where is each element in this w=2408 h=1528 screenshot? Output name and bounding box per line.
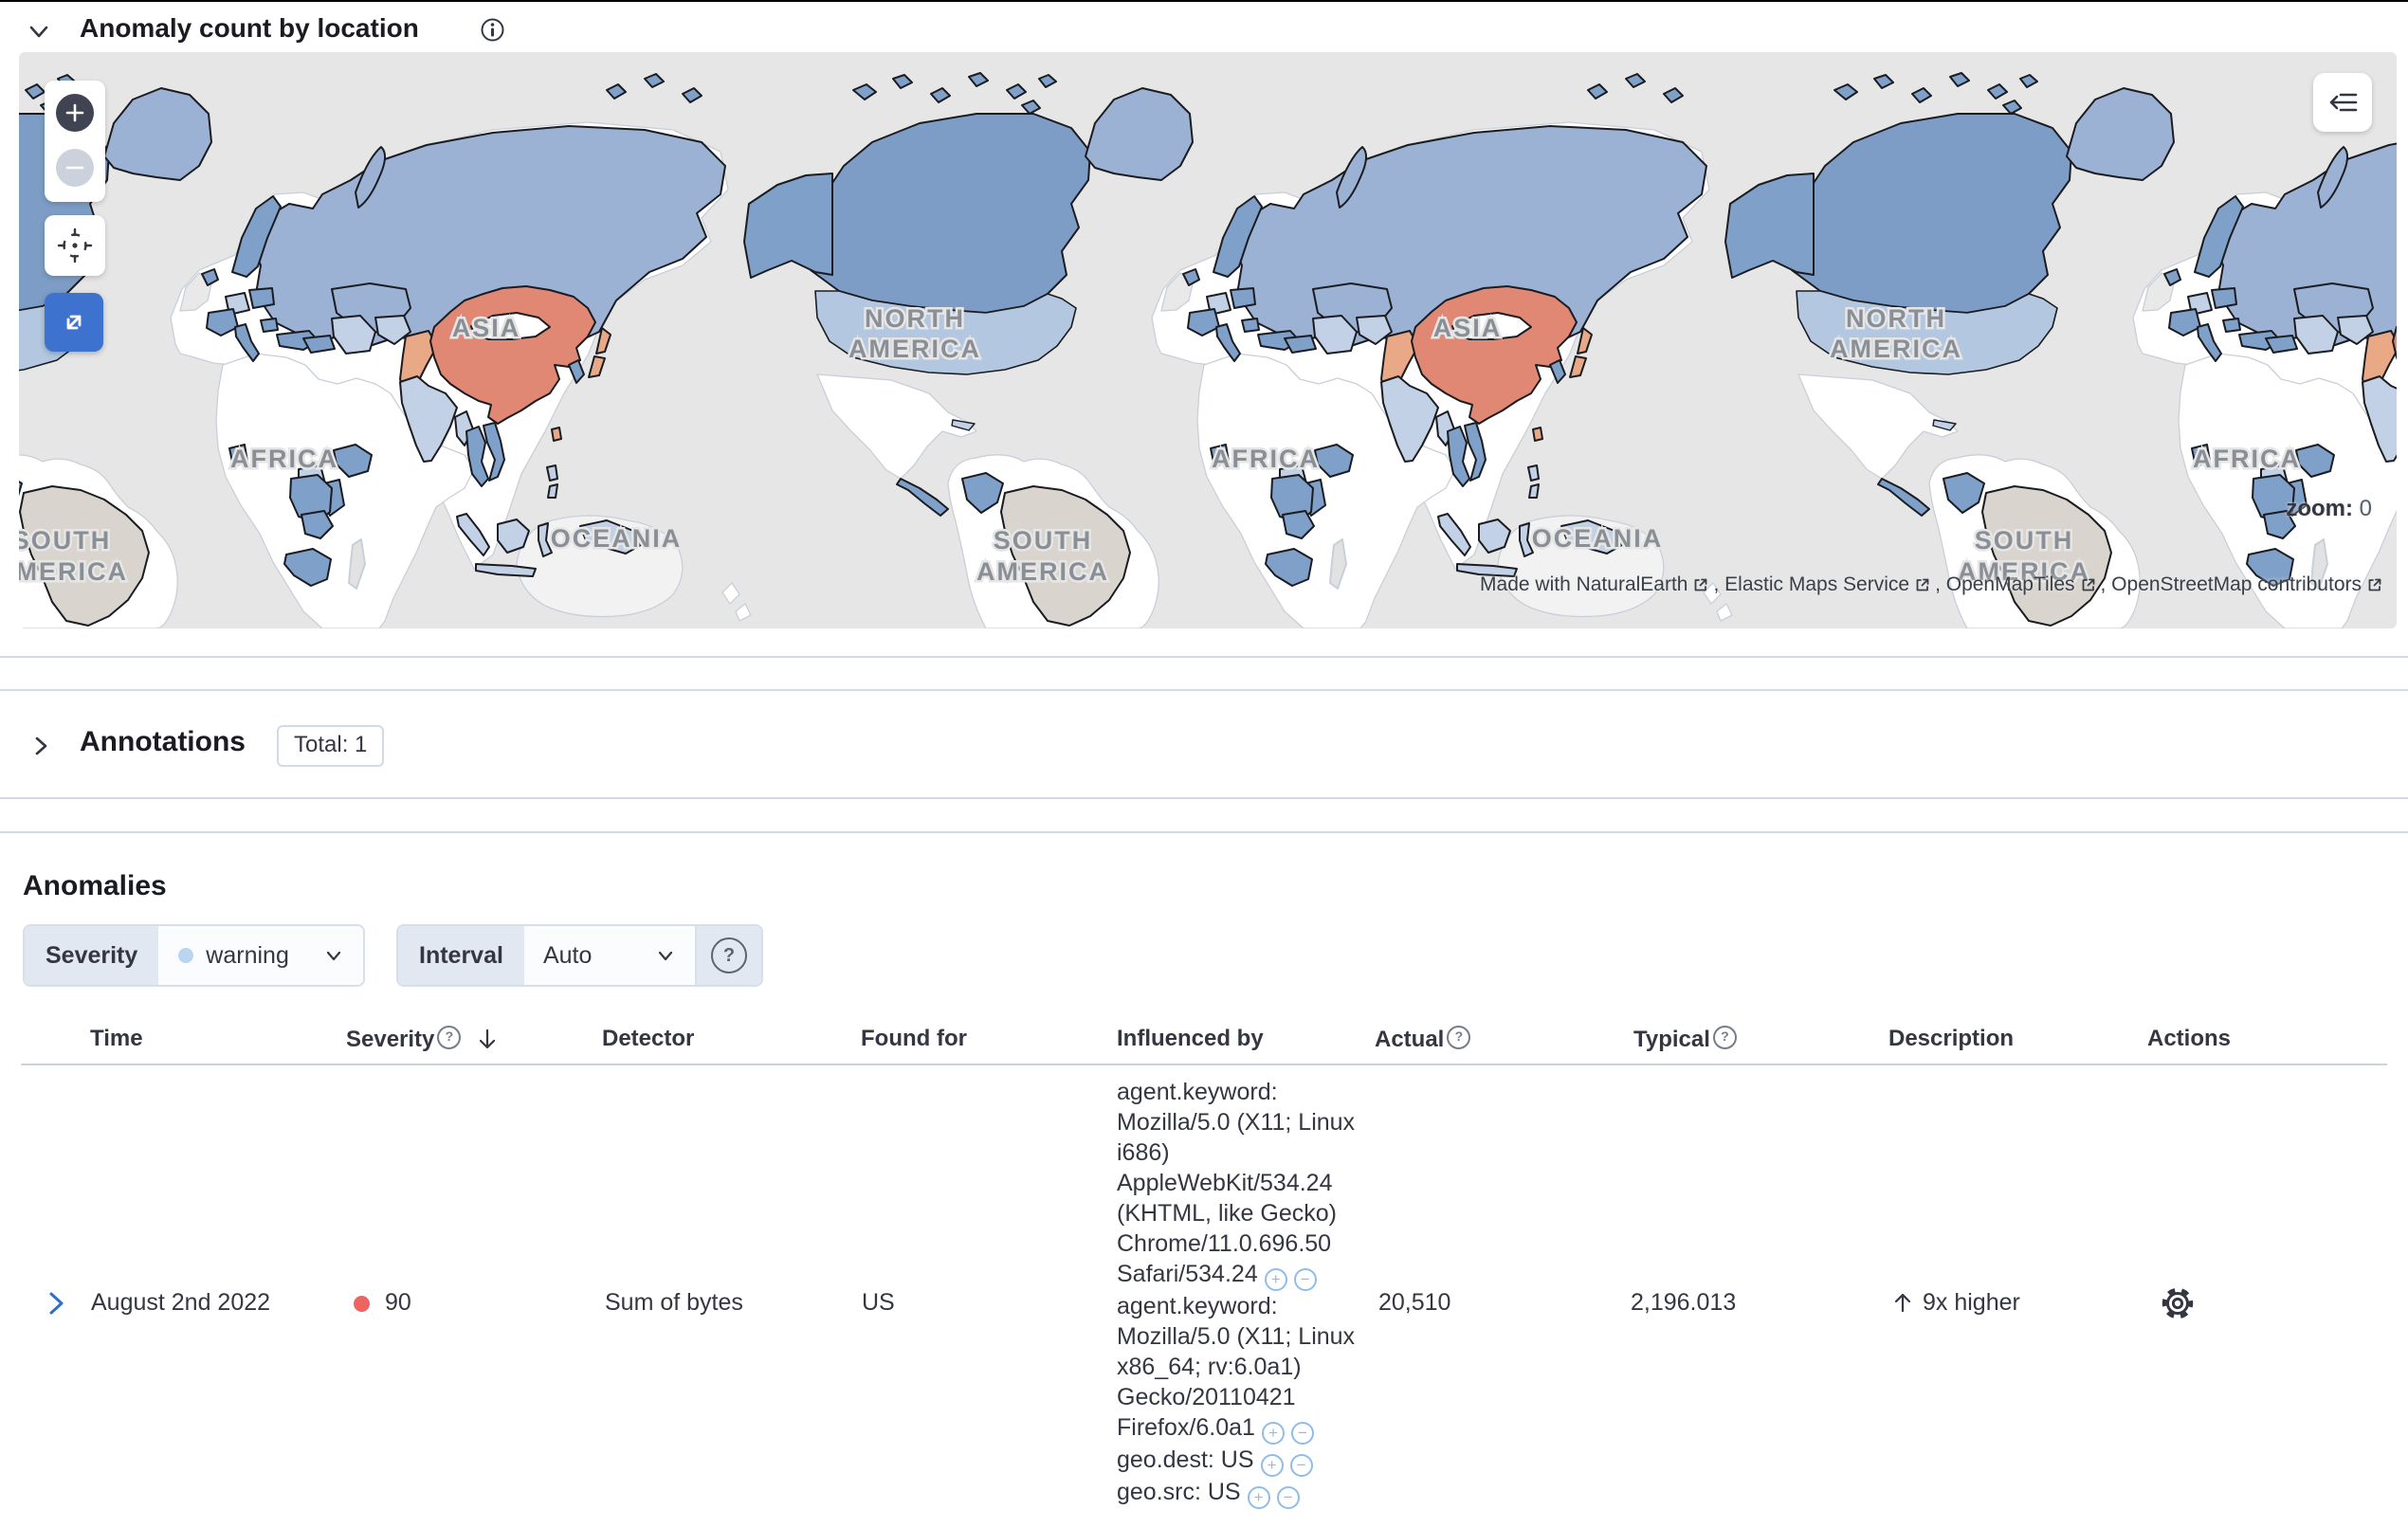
annotations-title: Annotations xyxy=(80,726,246,757)
row-actions-gear-button[interactable] xyxy=(2160,1285,2196,1326)
remove-filter-icon[interactable]: − xyxy=(1276,1486,1300,1509)
zoom-in-button[interactable] xyxy=(56,94,94,132)
influencer-item: geo.src: US + − xyxy=(1117,1477,1367,1509)
map-section-header: Anomaly count by location xyxy=(0,6,2408,45)
interval-filter-value: Auto xyxy=(542,941,593,969)
interval-help-button[interactable]: ? xyxy=(694,926,761,985)
cell-description: 9x higher xyxy=(1890,1289,2020,1317)
crosshair-icon xyxy=(57,227,93,264)
influencer-item: geo.dest: US + − xyxy=(1117,1445,1367,1477)
remove-filter-icon[interactable]: − xyxy=(1289,1454,1313,1477)
add-filter-icon[interactable]: + xyxy=(1264,1268,1287,1291)
cell-found-for: US xyxy=(862,1289,895,1316)
cell-detector: Sum of bytes xyxy=(605,1289,743,1316)
map-zoom-panel xyxy=(45,81,105,202)
external-link-icon xyxy=(2082,578,2094,591)
collapse-section-chevron-icon[interactable] xyxy=(25,17,53,50)
expand-map-button[interactable] xyxy=(45,293,103,352)
anomalies-title: Anomalies xyxy=(23,870,167,901)
divider xyxy=(0,656,2408,658)
column-header-actions: Actions xyxy=(2147,1026,2232,1051)
map-section-title: Anomaly count by location xyxy=(80,13,419,43)
annotations-expand-chevron-icon[interactable] xyxy=(27,732,55,765)
severity-filter: Severity warning xyxy=(23,924,366,987)
column-header-influenced-by[interactable]: Influenced by xyxy=(1117,1026,1264,1052)
zoom-label: zoom: xyxy=(2286,496,2353,521)
influencer-item: agent.keyword: Mozilla/5.0 (X11; Linux x… xyxy=(1117,1291,1367,1445)
remove-filter-icon[interactable]: − xyxy=(1290,1422,1314,1445)
menu-left-icon xyxy=(2329,93,2358,112)
add-filter-icon[interactable]: + xyxy=(1260,1454,1284,1477)
severity-dot xyxy=(353,1295,371,1316)
cell-actual: 20,510 xyxy=(1378,1289,1451,1316)
arrow-up-icon xyxy=(1894,1293,1911,1313)
attribution-link[interactable]: , OpenStreetMap contributors xyxy=(2101,573,2383,596)
anomaly-explorer-page: Anomaly count by location zoom: 0 Made w… xyxy=(0,0,2408,1528)
interval-filter: Interval Auto ? xyxy=(396,924,763,987)
external-link-icon xyxy=(1695,578,1707,591)
column-header-typical[interactable]: Typical? xyxy=(1633,1026,1737,1053)
help-icon: ? xyxy=(1447,1026,1471,1049)
chevron-down-icon xyxy=(327,951,341,961)
external-link-icon xyxy=(1916,578,1929,591)
cell-influenced-by: agent.keyword: Mozilla/5.0 (X11; Linux i… xyxy=(1117,1077,1367,1509)
remove-filter-icon[interactable]: − xyxy=(1293,1268,1317,1291)
sort-descending-icon xyxy=(479,1028,496,1049)
annotations-total-badge: Total: 1 xyxy=(277,725,385,767)
column-header-actual[interactable]: Actual? xyxy=(1375,1026,1471,1053)
world-map-layer: ASIA NORTH AMERICA AFRICA OCEANIA SOUTH … xyxy=(19,52,2397,628)
external-link-icon xyxy=(2368,578,2381,591)
add-filter-icon[interactable]: + xyxy=(1247,1486,1270,1509)
attribution-link[interactable]: Made with NaturalEarth xyxy=(1480,573,1709,596)
table-header-rule xyxy=(21,1064,2387,1065)
legend-toggle-button[interactable] xyxy=(2313,73,2372,132)
zoom-level-indicator: zoom: 0 xyxy=(2286,496,2372,522)
column-header-found-for[interactable]: Found for xyxy=(861,1026,967,1052)
cell-severity-score: 90 xyxy=(385,1289,411,1316)
column-header-description[interactable]: Description xyxy=(1888,1026,2014,1052)
column-header-time[interactable]: Time xyxy=(90,1026,143,1052)
attribution-link[interactable]: , Elastic Maps Service xyxy=(1713,573,1931,596)
help-icon: ? xyxy=(437,1026,462,1049)
interval-filter-label: Interval xyxy=(398,926,524,985)
zoom-out-button[interactable] xyxy=(56,149,94,187)
chevron-down-icon xyxy=(658,951,673,961)
column-header-severity[interactable]: Severity? xyxy=(346,1026,500,1053)
column-header-detector[interactable]: Detector xyxy=(602,1026,694,1052)
top-divider xyxy=(0,0,2408,2)
cell-time: August 2nd 2022 xyxy=(91,1289,271,1316)
add-filter-icon[interactable]: + xyxy=(1261,1422,1285,1445)
severity-filter-value: warning xyxy=(206,941,289,969)
divider xyxy=(0,797,2408,799)
help-icon: ? xyxy=(1712,1026,1737,1049)
warning-severity-dot xyxy=(178,948,194,963)
fit-to-data-button[interactable] xyxy=(45,215,105,276)
gear-icon xyxy=(2162,1287,2194,1319)
cell-typical: 2,196.013 xyxy=(1631,1289,1737,1316)
severity-filter-select[interactable]: warning xyxy=(158,926,364,985)
help-icon: ? xyxy=(710,937,747,973)
influencer-item: agent.keyword: Mozilla/5.0 (X11; Linux i… xyxy=(1117,1077,1367,1291)
attribution-link[interactable]: , OpenMapTiles xyxy=(1935,573,2096,596)
severity-filter-label: Severity xyxy=(25,926,159,985)
interval-filter-select[interactable]: Auto xyxy=(523,926,695,985)
divider xyxy=(0,831,2408,833)
info-icon[interactable] xyxy=(480,17,505,47)
row-expand-chevron[interactable] xyxy=(42,1289,70,1322)
divider xyxy=(0,689,2408,691)
zoom-value: 0 xyxy=(2359,496,2372,521)
map-attribution: Made with NaturalEarth, Elastic Maps Ser… xyxy=(1480,573,2383,596)
expand-icon xyxy=(66,315,82,330)
anomaly-map[interactable]: ASIA NORTH AMERICA AFRICA OCEANIA SOUTH … xyxy=(19,52,2397,628)
